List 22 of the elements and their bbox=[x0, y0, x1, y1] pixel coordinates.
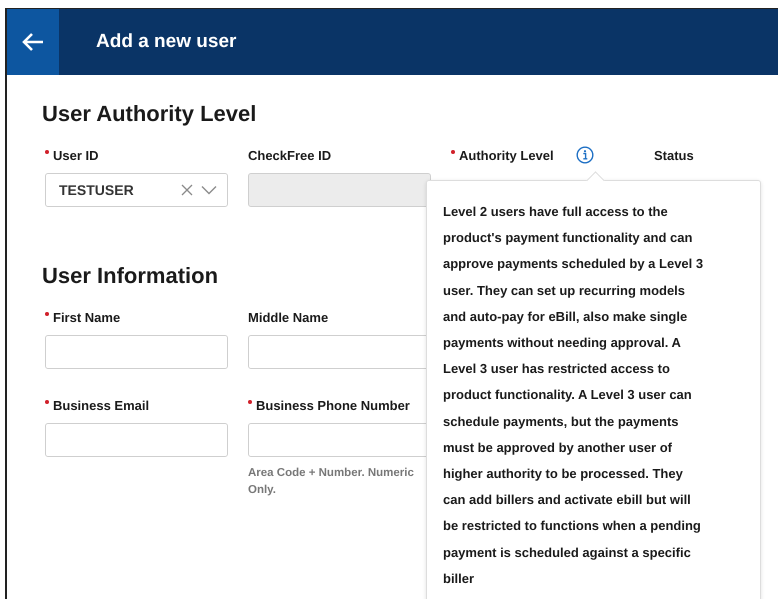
page-title: Add a new user bbox=[96, 31, 236, 53]
field-label: User ID bbox=[45, 148, 99, 162]
section-title: User Information bbox=[42, 263, 218, 289]
field-label: Business Email bbox=[45, 398, 150, 412]
field-label: Business Phone Number bbox=[248, 398, 410, 412]
field-label: Authority Level bbox=[451, 148, 554, 162]
select-value: TESTUSER bbox=[59, 182, 135, 198]
back-button[interactable] bbox=[7, 9, 59, 75]
clear-icon[interactable] bbox=[181, 184, 193, 196]
input-field[interactable] bbox=[45, 423, 228, 457]
chevron-down-icon[interactable] bbox=[201, 185, 217, 195]
field-hint: Area Code + Number. Numeric Only. bbox=[248, 466, 415, 498]
field-label: Middle Name bbox=[248, 310, 328, 324]
info-icon[interactable] bbox=[576, 146, 594, 164]
field-label: Status bbox=[654, 148, 694, 162]
field-label: CheckFree ID bbox=[248, 148, 332, 162]
back-arrow-icon bbox=[21, 32, 45, 52]
section-title: User Authority Level bbox=[42, 101, 256, 127]
user-id-select[interactable]: TESTUSER bbox=[45, 173, 228, 207]
input-field[interactable] bbox=[45, 335, 228, 369]
tooltip-text: Level 2 users have full access to the product's payment functionality and can approve payments scheduled by a Level 3 user. They can set up recurring models and auto-pay for eBill, also make single payments without needing approval. A Level 3 user has restricted access to product functionality. A Level 3 user can schedule payments, but the payments must be approved by another user of higher authority to be processed. They can add billers and activate ebill but will be restricted to functions when a pending payment is scheduled against a specific biller bbox=[442, 203, 704, 588]
field-label: First Name bbox=[45, 310, 120, 324]
